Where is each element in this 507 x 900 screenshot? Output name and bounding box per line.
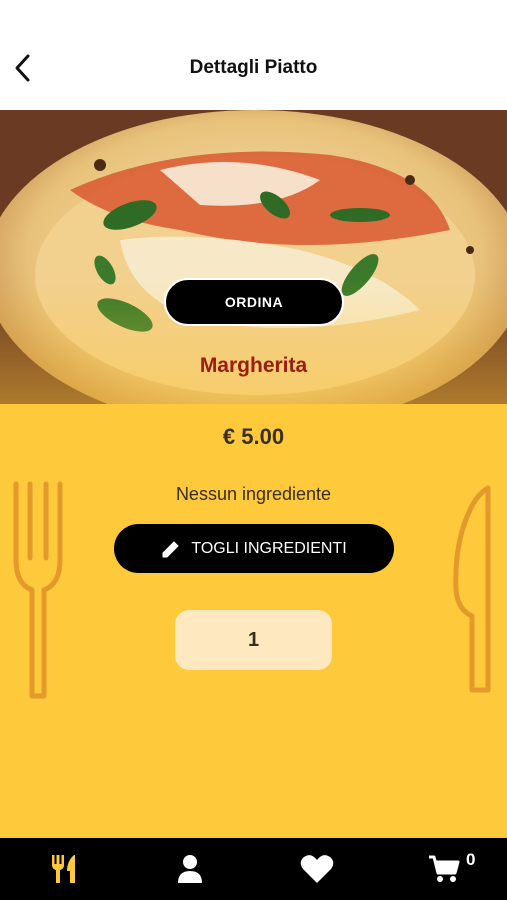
- dish-photo: ORDINA Margherita: [0, 110, 507, 404]
- tab-menu[interactable]: [44, 852, 84, 886]
- ingredients-text: Nessun ingrediente: [175, 484, 332, 504]
- quantity-value: 1: [247, 628, 260, 651]
- cart-count-badge: 0: [466, 850, 476, 869]
- top-navigation-bar: Dettagli Piatto: [0, 0, 507, 110]
- page-title: Dettagli Piatto: [189, 57, 318, 78]
- quantity-field[interactable]: 1: [175, 610, 332, 670]
- edit-ingredients-button[interactable]: TOGLI INGREDIENTI: [114, 524, 394, 573]
- dish-details-panel: € 5.00 Nessun ingrediente TOGLI INGREDIE…: [0, 404, 507, 838]
- fork-icon: [13, 481, 63, 699]
- user-icon: [178, 855, 202, 883]
- heart-icon: [300, 855, 334, 883]
- tab-profile[interactable]: [170, 852, 210, 886]
- bottom-tab-bar: 0: [0, 838, 507, 900]
- order-button[interactable]: ORDINA: [164, 278, 344, 326]
- dish-name: Margherita: [199, 354, 308, 377]
- cart-icon: [429, 855, 460, 882]
- tab-cart[interactable]: [424, 852, 464, 886]
- pencil-icon: [162, 540, 180, 557]
- knife-icon: [453, 485, 491, 693]
- tab-favorites[interactable]: [297, 852, 337, 886]
- dish-price: € 5.00: [222, 424, 285, 449]
- menu-cutlery-icon: [52, 855, 75, 883]
- edit-ingredients-label: TOGLI INGREDIENTI: [191, 539, 347, 557]
